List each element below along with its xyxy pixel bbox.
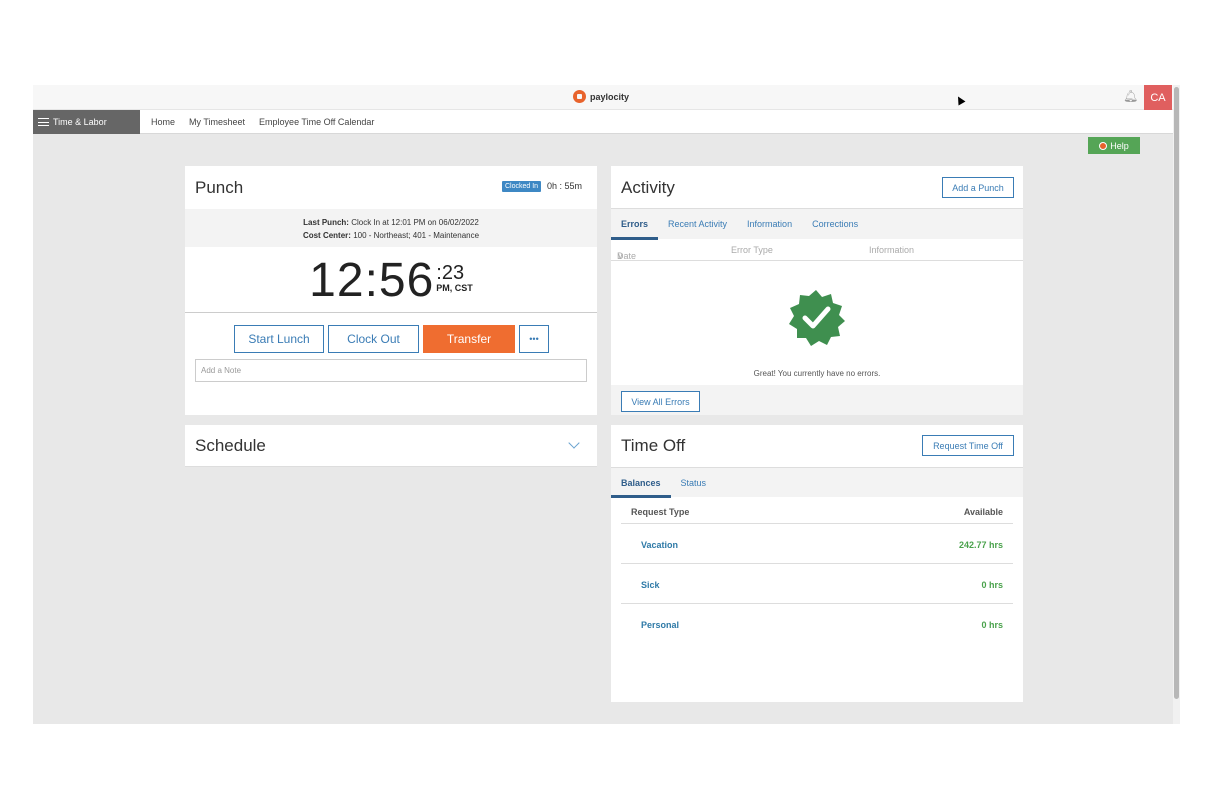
scrollbar-thumb[interactable] xyxy=(1174,87,1179,699)
cost-center-label: Cost Center: xyxy=(302,231,351,240)
note-input[interactable]: Add a Note xyxy=(195,359,587,382)
tab-errors[interactable]: Errors xyxy=(610,209,659,240)
errors-table-header: Date ∨ Error Type Information xyxy=(611,239,1023,261)
verified-check-icon xyxy=(789,290,845,346)
tab-corrections[interactable]: Corrections xyxy=(812,209,858,240)
available-hours: 242.77 hrs xyxy=(958,540,1003,550)
punch-card: Punch Clocked In 0h : 55m Last Punch: Cl… xyxy=(185,166,597,415)
punch-title: Punch xyxy=(195,178,244,197)
tab-recent-activity[interactable]: Recent Activity xyxy=(668,209,727,240)
balances-table: Request Type Available Vacation 242.77 h… xyxy=(621,500,1013,644)
activity-card: Activity Add a Punch Errors Recent Activ… xyxy=(610,166,1023,415)
scrollbar[interactable] xyxy=(1173,85,1180,724)
request-type-link[interactable]: Personal xyxy=(641,620,679,630)
time-off-tabs: Balances Status xyxy=(611,467,1023,498)
hamburger-icon xyxy=(38,118,49,126)
nav-link-home[interactable]: Home xyxy=(151,117,175,127)
time-off-title: Time Off xyxy=(621,436,686,455)
transfer-button[interactable]: Transfer xyxy=(423,325,515,353)
nav-link-my-timesheet[interactable]: My Timesheet xyxy=(189,117,245,127)
request-type-link[interactable]: Sick xyxy=(641,580,660,590)
available-hours: 0 hrs xyxy=(981,580,1003,590)
more-actions-button[interactable]: ••• xyxy=(519,325,549,353)
column-available: Available xyxy=(963,507,1003,517)
activity-tabs: Errors Recent Activity Information Corre… xyxy=(610,208,1023,240)
last-punch-info: Last Punch: Clock In at 12:01 PM on 06/0… xyxy=(185,209,597,247)
status-badge: Clocked In xyxy=(502,181,542,192)
time-hours-minutes: 12:56 xyxy=(309,254,435,307)
request-type-link[interactable]: Vacation xyxy=(641,540,678,550)
app-window: paylocity 🔔︎ CA Time & Labor Home My Tim… xyxy=(33,85,1180,724)
nav-links: Home My Timesheet Employee Time Off Cale… xyxy=(151,110,374,134)
time-seconds: :23 xyxy=(436,261,465,284)
nav-link-time-off-calendar[interactable]: Employee Time Off Calendar xyxy=(259,117,374,127)
clock-out-button[interactable]: Clock Out xyxy=(328,325,419,353)
view-all-errors-button[interactable]: View All Errors xyxy=(621,391,700,412)
time-zone: PM, CST xyxy=(436,282,473,293)
available-hours: 0 hrs xyxy=(981,620,1003,630)
request-time-off-button[interactable]: Request Time Off xyxy=(922,435,1014,456)
tab-status[interactable]: Status xyxy=(681,467,707,498)
module-label: Time & Labor xyxy=(53,117,107,127)
cost-center-value: 100 - Northeast; 401 - Maintenance xyxy=(353,231,480,240)
help-icon xyxy=(1099,141,1108,150)
column-error-type[interactable]: Error Type xyxy=(731,245,773,255)
avatar[interactable]: CA xyxy=(1144,85,1172,110)
clocked-duration: 0h : 55m xyxy=(547,181,583,191)
last-punch-label: Last Punch: xyxy=(303,218,349,227)
last-punch-value: Clock In at 12:01 PM on 06/02/2022 xyxy=(351,218,479,227)
schedule-title: Schedule xyxy=(195,436,266,455)
activity-title: Activity xyxy=(621,178,675,197)
current-time: 12:56 :23 PM, CST xyxy=(185,247,597,313)
no-errors-message: Great! You currently have no errors. xyxy=(753,369,881,378)
tab-balances[interactable]: Balances xyxy=(611,467,670,498)
paylocity-logo[interactable]: paylocity xyxy=(573,90,629,103)
time-off-card: Time Off Request Time Off Balances Statu… xyxy=(611,425,1023,702)
module-menu-button[interactable]: Time & Labor xyxy=(33,110,140,134)
start-lunch-button[interactable]: Start Lunch xyxy=(234,325,324,353)
help-button[interactable]: Help xyxy=(1088,137,1140,154)
sort-chevron-icon: ∨ xyxy=(617,251,624,261)
table-header: Request Type Available xyxy=(621,500,1013,524)
logo-icon xyxy=(573,90,586,103)
bell-icon[interactable]: 🔔︎ xyxy=(1123,89,1138,103)
tab-information[interactable]: Information xyxy=(747,209,792,240)
schedule-card[interactable]: Schedule xyxy=(185,425,597,467)
help-label: Help xyxy=(1110,140,1129,151)
chevron-down-icon[interactable] xyxy=(568,437,580,449)
column-request-type: Request Type xyxy=(631,507,690,517)
nav-bar: Time & Labor Home My Timesheet Employee … xyxy=(33,110,1173,134)
top-bar: paylocity 🔔︎ CA xyxy=(33,85,1173,110)
column-information[interactable]: Information xyxy=(869,245,914,255)
table-row: Vacation 242.77 hrs xyxy=(621,524,1013,564)
errors-footer: View All Errors xyxy=(611,385,1023,415)
table-row: Personal 0 hrs xyxy=(621,604,1013,644)
logo-text: paylocity xyxy=(590,91,630,102)
punch-actions: Start Lunch Clock Out Transfer ••• xyxy=(234,325,549,353)
table-row: Sick 0 hrs xyxy=(621,564,1013,604)
add-punch-button[interactable]: Add a Punch xyxy=(942,177,1014,198)
